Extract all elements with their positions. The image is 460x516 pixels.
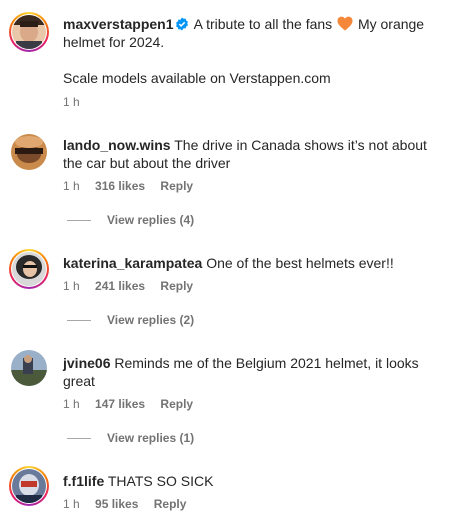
caption-line3: Scale models available on Verstappen.com [63,70,331,86]
comment-text: f.f1life THATS SO SICK [63,472,445,490]
view-replies-button[interactable]: View replies (4) [67,212,194,228]
caption-line2: helmet for 2024. [63,34,165,50]
post-meta: 1 h [63,94,92,110]
comment-likes[interactable]: 316 likes [95,179,145,193]
caption-line1-after: My orange [357,16,425,32]
comment-time: 1 h [63,497,80,511]
view-replies-button[interactable]: View replies (1) [67,430,194,446]
comment-text: jvine06 Reminds me of the Belgium 2021 h… [63,354,445,390]
comment-username[interactable]: katerina_karampatea [63,255,202,271]
reply-button[interactable]: Reply [160,179,193,193]
comment-meta: 1 h 95 likes Reply [63,496,198,512]
comment-meta: 1 h 241 likes Reply [63,278,205,294]
avatar[interactable] [11,134,47,170]
comment-likes[interactable]: 241 likes [95,279,145,293]
timestamp: 1 h [63,95,80,109]
comment-text: lando_now.wins The drive in Canada shows… [63,136,445,172]
orange-heart-icon [337,16,353,31]
story-ring[interactable] [9,249,49,289]
comment-body: One of the best helmets ever!! [206,255,394,271]
reply-button[interactable]: Reply [160,279,193,293]
avatar[interactable] [12,15,46,49]
comment-body: Reminds me of the Belgium 2021 helmet, i… [63,355,419,389]
comment-username[interactable]: jvine06 [63,355,110,371]
comment-time: 1 h [63,279,80,293]
avatar[interactable] [12,469,46,503]
comment-likes[interactable]: 95 likes [95,497,138,511]
story-ring[interactable] [9,12,49,52]
replies-divider [67,438,91,440]
view-replies-label: View replies (4) [107,213,195,227]
replies-divider [67,320,91,322]
caption-text: maxverstappen1 A tribute to all the fans… [63,15,445,87]
comment-meta: 1 h 147 likes Reply [63,396,205,412]
replies-divider [67,220,91,222]
comment-time: 1 h [63,179,80,193]
comment-likes[interactable]: 147 likes [95,397,145,411]
reply-button[interactable]: Reply [160,397,193,411]
view-replies-label: View replies (1) [107,431,195,445]
avatar[interactable] [12,252,46,286]
comment-username[interactable]: f.f1life [63,473,104,489]
view-replies-label: View replies (2) [107,313,195,327]
comment-body: THATS SO SICK [107,473,214,489]
username[interactable]: maxverstappen1 [63,16,174,32]
avatar[interactable] [11,350,47,386]
comment-meta: 1 h 316 likes Reply [63,178,205,194]
comment-username[interactable]: lando_now.wins [63,137,171,153]
verified-icon [175,17,188,31]
comment-time: 1 h [63,397,80,411]
caption-line1: A tribute to all the fans [193,16,333,32]
story-ring[interactable] [9,466,49,506]
comment-text: katerina_karampatea One of the best helm… [63,254,445,272]
view-replies-button[interactable]: View replies (2) [67,312,194,328]
reply-button[interactable]: Reply [154,497,187,511]
